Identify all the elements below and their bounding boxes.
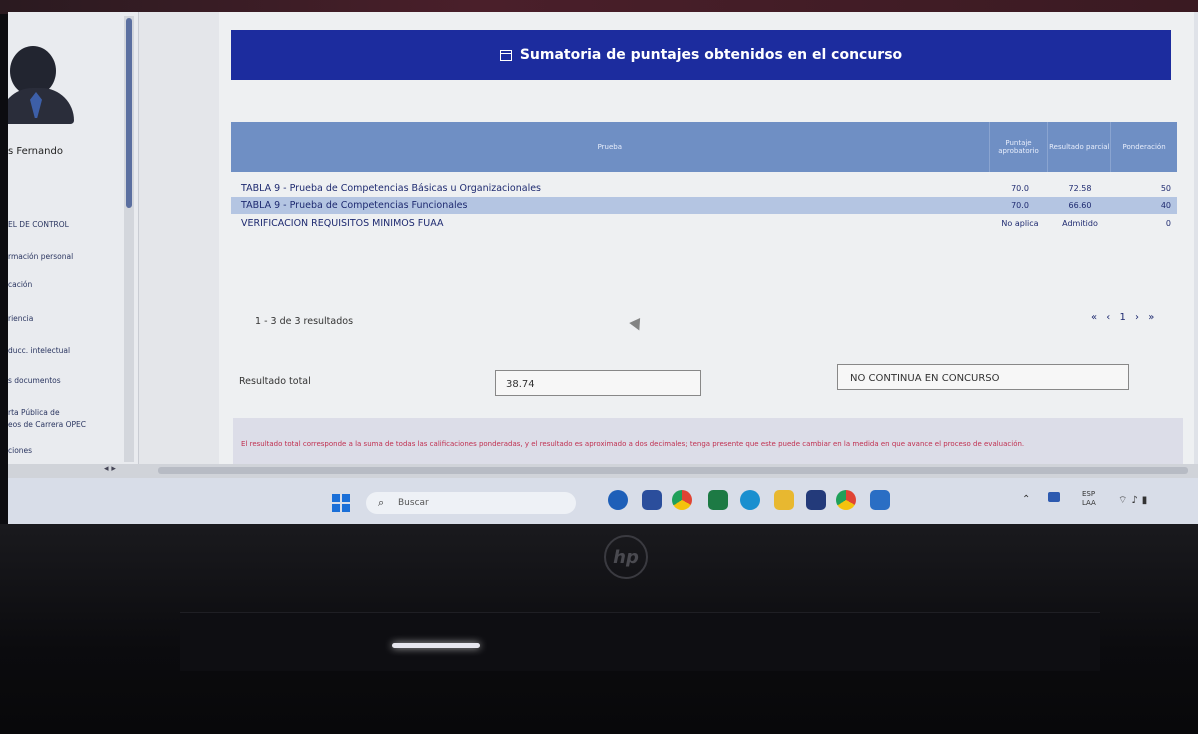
pager-summary: 1 - 3 de 3 resultados [255,316,354,327]
cell-ponderacion: 50 [1160,184,1171,193]
col-prueba[interactable]: Prueba [231,122,989,172]
avatar [8,46,74,126]
app-icon[interactable] [806,490,826,510]
sidebar-scroll-thumb[interactable] [126,18,132,208]
results-note: El resultado total corresponde a la suma… [233,418,1183,464]
cell-parcial: Admitido [1062,219,1098,228]
chrome-icon[interactable] [836,490,856,510]
sidebar-item-formacion[interactable]: cación [8,280,32,289]
status-field: NO CONTINUA EN CONCURSO [837,364,1129,390]
col-resultado-parcial[interactable]: Resultado parcial [1047,122,1110,172]
indicator-light [392,643,480,648]
search-icon: ⌕ [378,496,385,509]
excel-icon[interactable] [708,490,728,510]
cell-parcial: 72.58 [1068,184,1092,193]
store-icon[interactable] [642,490,662,510]
windows-start-icon[interactable] [332,494,350,512]
cell-prueba: VERIFICACION REQUISITOS MINIMOS FUAA [241,218,444,229]
sidebar-item-oferta-publica[interactable]: rta Pública de [8,408,60,417]
sidebar-item-inscripciones[interactable]: ciones [8,446,32,455]
language-indicator[interactable]: ESP LAA [1082,490,1096,508]
edge-icon[interactable] [740,490,760,510]
col-puntaje-aprobatorio[interactable]: Puntaje aprobatorio [988,122,1048,172]
mouse-cursor-icon [629,317,645,334]
results-title: Sumatoria de puntajes obtenidos en el co… [519,47,903,63]
tray-app-icon[interactable] [1048,492,1060,502]
cell-parcial: 66.60 [1068,201,1092,210]
table-header: Prueba Puntaje aprobatorio Resultado par… [231,122,1177,172]
taskbar: ⌕ Buscar ⌃ ESP LAA ⌔♪▮ [8,478,1198,524]
taskbar-search[interactable]: ⌕ Buscar [366,492,576,514]
laptop-hinge [180,612,1100,671]
sidebar-item-otros-documentos[interactable]: s documentos [8,376,61,385]
total-result-field: 38.74 [495,370,701,396]
cell-prueba: TABLA 9 - Prueba de Competencias Funcion… [241,200,468,211]
table-row[interactable]: TABLA 9 - Prueba de Competencias Funcion… [231,197,1177,214]
table-icon [499,49,512,61]
results-header: Sumatoria de puntajes obtenidos en el co… [231,30,1171,80]
cell-ponderacion: 40 [1160,201,1171,210]
table-row[interactable]: TABLA 9 - Prueba de Competencias Básicas… [231,180,1177,197]
chrome-icon[interactable] [672,490,692,510]
table-row[interactable]: VERIFICACION REQUISITOS MINIMOS FUAA No … [231,215,1177,232]
outlook-icon[interactable] [870,490,890,510]
content-gutter [139,12,219,464]
sidebar: s Fernando EL DE CONTROL rmación persona… [8,12,139,464]
main-content: Sumatoria de puntajes obtenidos en el co… [219,12,1194,464]
cell-ponderacion: 0 [1165,219,1171,228]
screen: s Fernando EL DE CONTROL rmación persona… [8,12,1198,524]
sidebar-item-panel-control[interactable]: EL DE CONTROL [8,220,69,229]
sidebar-item-empleos-carrera[interactable]: eos de Carrera OPEC [8,420,86,429]
network-icon[interactable]: ⌔♪▮ [1118,494,1151,507]
chat-icon[interactable] [608,490,628,510]
cell-prueba: TABLA 9 - Prueba de Competencias Básicas… [241,183,542,194]
total-result-label: Resultado total [239,376,311,387]
pager-nav[interactable]: « ‹ 1 › » [1091,312,1157,323]
sidebar-item-experiencia[interactable]: riencia [8,314,33,323]
sidebar-item-informacion-personal[interactable]: rmación personal [8,252,73,261]
chevron-up-icon[interactable]: ⌃ [1022,494,1030,505]
scroll-arrows-icon[interactable]: ◂ ▸ [104,464,116,474]
horizontal-scroll-thumb[interactable] [158,467,1188,474]
hp-logo-icon: hp [604,535,648,579]
cell-aprobatorio: 70.0 [1011,184,1029,193]
sidebar-item-produccion-intelectual[interactable]: ducc. intelectual [8,346,70,355]
horizontal-scrollbar[interactable]: ◂ ▸ [8,464,1198,478]
cell-aprobatorio: 70.0 [1011,201,1029,210]
col-ponderacion[interactable]: Ponderación [1110,122,1177,172]
folder-icon[interactable] [774,490,794,510]
cell-aprobatorio: No aplica [1001,219,1039,228]
search-placeholder: Buscar [398,498,429,508]
user-name: s Fernando [8,146,63,157]
